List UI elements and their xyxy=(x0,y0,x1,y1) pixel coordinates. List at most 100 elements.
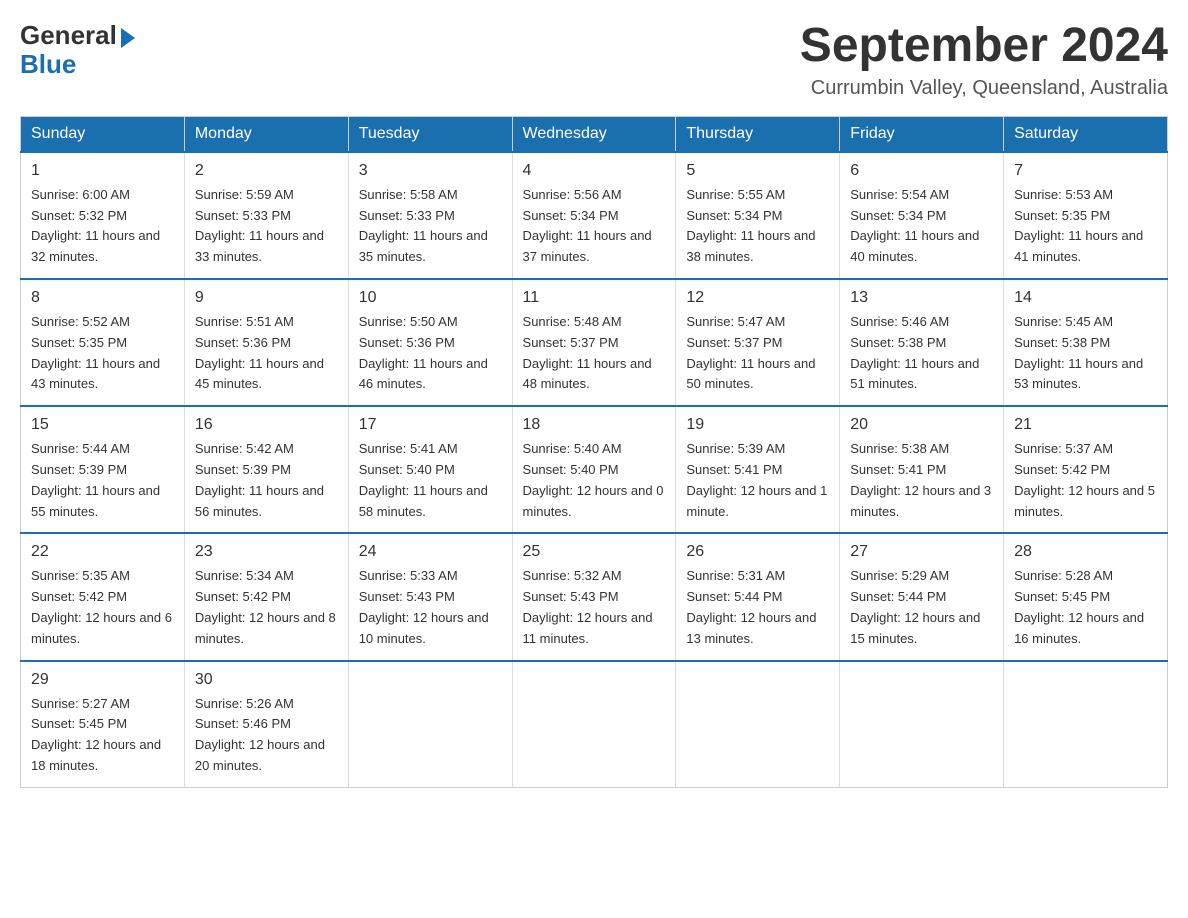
day-info: Sunrise: 5:58 AMSunset: 5:33 PMDaylight:… xyxy=(359,187,488,264)
calendar-cell: 30 Sunrise: 5:26 AMSunset: 5:46 PMDaylig… xyxy=(184,661,348,788)
day-info: Sunrise: 5:37 AMSunset: 5:42 PMDaylight:… xyxy=(1014,441,1155,518)
day-number: 26 xyxy=(686,540,829,564)
day-number: 5 xyxy=(686,159,829,183)
day-number: 15 xyxy=(31,413,174,437)
calendar-header-row: SundayMondayTuesdayWednesdayThursdayFrid… xyxy=(21,116,1168,152)
header-tuesday: Tuesday xyxy=(348,116,512,152)
calendar-cell xyxy=(840,661,1004,788)
calendar-cell: 7 Sunrise: 5:53 AMSunset: 5:35 PMDayligh… xyxy=(1004,152,1168,279)
header-wednesday: Wednesday xyxy=(512,116,676,152)
calendar-table: SundayMondayTuesdayWednesdayThursdayFrid… xyxy=(20,116,1168,788)
calendar-cell xyxy=(676,661,840,788)
calendar-cell: 14 Sunrise: 5:45 AMSunset: 5:38 PMDaylig… xyxy=(1004,279,1168,406)
page-header: General Blue September 2024 Currumbin Va… xyxy=(20,20,1168,100)
day-number: 8 xyxy=(31,286,174,310)
calendar-cell: 13 Sunrise: 5:46 AMSunset: 5:38 PMDaylig… xyxy=(840,279,1004,406)
header-thursday: Thursday xyxy=(676,116,840,152)
calendar-cell: 29 Sunrise: 5:27 AMSunset: 5:45 PMDaylig… xyxy=(21,661,185,788)
calendar-cell: 3 Sunrise: 5:58 AMSunset: 5:33 PMDayligh… xyxy=(348,152,512,279)
calendar-cell: 23 Sunrise: 5:34 AMSunset: 5:42 PMDaylig… xyxy=(184,533,348,660)
day-info: Sunrise: 5:31 AMSunset: 5:44 PMDaylight:… xyxy=(686,568,816,645)
week-row-2: 8 Sunrise: 5:52 AMSunset: 5:35 PMDayligh… xyxy=(21,279,1168,406)
day-info: Sunrise: 5:42 AMSunset: 5:39 PMDaylight:… xyxy=(195,441,324,518)
day-info: Sunrise: 5:44 AMSunset: 5:39 PMDaylight:… xyxy=(31,441,160,518)
day-info: Sunrise: 5:29 AMSunset: 5:44 PMDaylight:… xyxy=(850,568,980,645)
calendar-cell: 6 Sunrise: 5:54 AMSunset: 5:34 PMDayligh… xyxy=(840,152,1004,279)
day-number: 19 xyxy=(686,413,829,437)
day-info: Sunrise: 5:53 AMSunset: 5:35 PMDaylight:… xyxy=(1014,187,1143,264)
day-number: 28 xyxy=(1014,540,1157,564)
day-info: Sunrise: 5:50 AMSunset: 5:36 PMDaylight:… xyxy=(359,314,488,391)
calendar-cell: 28 Sunrise: 5:28 AMSunset: 5:45 PMDaylig… xyxy=(1004,533,1168,660)
day-info: Sunrise: 5:38 AMSunset: 5:41 PMDaylight:… xyxy=(850,441,991,518)
day-info: Sunrise: 5:26 AMSunset: 5:46 PMDaylight:… xyxy=(195,696,325,773)
day-number: 30 xyxy=(195,668,338,692)
calendar-cell: 25 Sunrise: 5:32 AMSunset: 5:43 PMDaylig… xyxy=(512,533,676,660)
calendar-cell: 21 Sunrise: 5:37 AMSunset: 5:42 PMDaylig… xyxy=(1004,406,1168,533)
day-info: Sunrise: 5:54 AMSunset: 5:34 PMDaylight:… xyxy=(850,187,979,264)
week-row-3: 15 Sunrise: 5:44 AMSunset: 5:39 PMDaylig… xyxy=(21,406,1168,533)
day-info: Sunrise: 5:39 AMSunset: 5:41 PMDaylight:… xyxy=(686,441,827,518)
location-title: Currumbin Valley, Queensland, Australia xyxy=(800,77,1168,100)
day-info: Sunrise: 5:45 AMSunset: 5:38 PMDaylight:… xyxy=(1014,314,1143,391)
header-monday: Monday xyxy=(184,116,348,152)
day-number: 3 xyxy=(359,159,502,183)
week-row-4: 22 Sunrise: 5:35 AMSunset: 5:42 PMDaylig… xyxy=(21,533,1168,660)
day-number: 4 xyxy=(523,159,666,183)
calendar-cell: 2 Sunrise: 5:59 AMSunset: 5:33 PMDayligh… xyxy=(184,152,348,279)
calendar-cell: 5 Sunrise: 5:55 AMSunset: 5:34 PMDayligh… xyxy=(676,152,840,279)
day-number: 13 xyxy=(850,286,993,310)
day-info: Sunrise: 5:52 AMSunset: 5:35 PMDaylight:… xyxy=(31,314,160,391)
day-number: 25 xyxy=(523,540,666,564)
day-number: 21 xyxy=(1014,413,1157,437)
day-info: Sunrise: 5:46 AMSunset: 5:38 PMDaylight:… xyxy=(850,314,979,391)
day-info: Sunrise: 5:28 AMSunset: 5:45 PMDaylight:… xyxy=(1014,568,1144,645)
day-info: Sunrise: 5:55 AMSunset: 5:34 PMDaylight:… xyxy=(686,187,815,264)
calendar-cell: 20 Sunrise: 5:38 AMSunset: 5:41 PMDaylig… xyxy=(840,406,1004,533)
calendar-cell xyxy=(348,661,512,788)
day-info: Sunrise: 5:59 AMSunset: 5:33 PMDaylight:… xyxy=(195,187,324,264)
week-row-1: 1 Sunrise: 6:00 AMSunset: 5:32 PMDayligh… xyxy=(21,152,1168,279)
day-number: 18 xyxy=(523,413,666,437)
calendar-cell xyxy=(512,661,676,788)
calendar-cell: 15 Sunrise: 5:44 AMSunset: 5:39 PMDaylig… xyxy=(21,406,185,533)
day-number: 20 xyxy=(850,413,993,437)
calendar-cell: 1 Sunrise: 6:00 AMSunset: 5:32 PMDayligh… xyxy=(21,152,185,279)
logo-general-text: General xyxy=(20,20,117,51)
day-number: 29 xyxy=(31,668,174,692)
day-number: 24 xyxy=(359,540,502,564)
calendar-cell: 12 Sunrise: 5:47 AMSunset: 5:37 PMDaylig… xyxy=(676,279,840,406)
calendar-cell: 16 Sunrise: 5:42 AMSunset: 5:39 PMDaylig… xyxy=(184,406,348,533)
title-block: September 2024 Currumbin Valley, Queensl… xyxy=(800,20,1168,100)
day-info: Sunrise: 5:48 AMSunset: 5:37 PMDaylight:… xyxy=(523,314,652,391)
header-sunday: Sunday xyxy=(21,116,185,152)
day-info: Sunrise: 5:40 AMSunset: 5:40 PMDaylight:… xyxy=(523,441,664,518)
day-info: Sunrise: 5:47 AMSunset: 5:37 PMDaylight:… xyxy=(686,314,815,391)
day-number: 11 xyxy=(523,286,666,310)
calendar-cell: 18 Sunrise: 5:40 AMSunset: 5:40 PMDaylig… xyxy=(512,406,676,533)
day-info: Sunrise: 5:34 AMSunset: 5:42 PMDaylight:… xyxy=(195,568,336,645)
calendar-cell: 27 Sunrise: 5:29 AMSunset: 5:44 PMDaylig… xyxy=(840,533,1004,660)
day-number: 9 xyxy=(195,286,338,310)
calendar-cell: 22 Sunrise: 5:35 AMSunset: 5:42 PMDaylig… xyxy=(21,533,185,660)
day-number: 12 xyxy=(686,286,829,310)
day-info: Sunrise: 6:00 AMSunset: 5:32 PMDaylight:… xyxy=(31,187,160,264)
month-title: September 2024 xyxy=(800,20,1168,73)
calendar-cell: 19 Sunrise: 5:39 AMSunset: 5:41 PMDaylig… xyxy=(676,406,840,533)
day-number: 22 xyxy=(31,540,174,564)
day-info: Sunrise: 5:33 AMSunset: 5:43 PMDaylight:… xyxy=(359,568,489,645)
calendar-cell: 8 Sunrise: 5:52 AMSunset: 5:35 PMDayligh… xyxy=(21,279,185,406)
header-friday: Friday xyxy=(840,116,1004,152)
logo-blue-text: Blue xyxy=(20,49,76,80)
calendar-cell: 9 Sunrise: 5:51 AMSunset: 5:36 PMDayligh… xyxy=(184,279,348,406)
day-info: Sunrise: 5:56 AMSunset: 5:34 PMDaylight:… xyxy=(523,187,652,264)
day-number: 17 xyxy=(359,413,502,437)
day-number: 1 xyxy=(31,159,174,183)
calendar-cell: 4 Sunrise: 5:56 AMSunset: 5:34 PMDayligh… xyxy=(512,152,676,279)
calendar-cell: 26 Sunrise: 5:31 AMSunset: 5:44 PMDaylig… xyxy=(676,533,840,660)
day-number: 16 xyxy=(195,413,338,437)
calendar-cell: 17 Sunrise: 5:41 AMSunset: 5:40 PMDaylig… xyxy=(348,406,512,533)
calendar-cell: 11 Sunrise: 5:48 AMSunset: 5:37 PMDaylig… xyxy=(512,279,676,406)
day-info: Sunrise: 5:51 AMSunset: 5:36 PMDaylight:… xyxy=(195,314,324,391)
day-number: 2 xyxy=(195,159,338,183)
